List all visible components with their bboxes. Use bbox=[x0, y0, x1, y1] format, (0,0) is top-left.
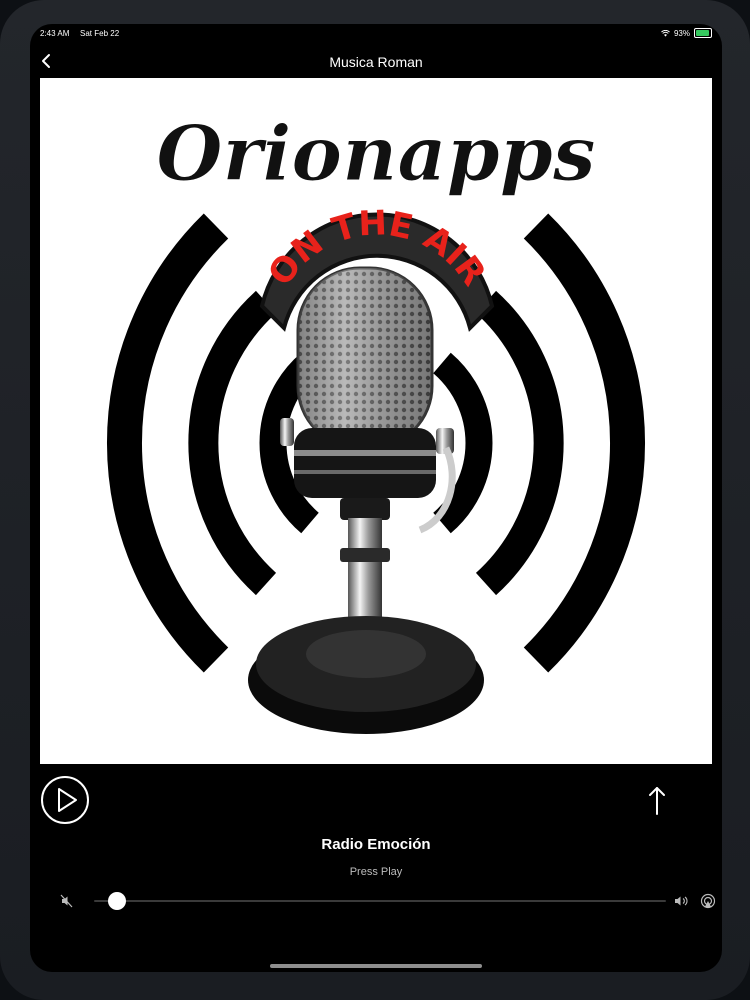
status-date: Sat Feb 22 bbox=[80, 29, 120, 38]
page-title: Musica Roman bbox=[329, 54, 423, 70]
logo-text: Orionapps bbox=[156, 109, 595, 198]
app-screen: 2:43 AM Sat Feb 22 93% Musica Roman Orio… bbox=[30, 24, 722, 972]
station-status: Press Play bbox=[349, 866, 403, 878]
artwork-image: Orionapps ON THE AIR bbox=[106, 109, 646, 734]
nav-bar: Musica Roman bbox=[30, 46, 722, 78]
home-indicator[interactable] bbox=[270, 964, 482, 968]
airplay-icon bbox=[700, 893, 716, 909]
volume-control bbox=[60, 890, 716, 912]
battery-icon bbox=[694, 28, 712, 38]
status-time: 2:43 AM bbox=[40, 29, 70, 38]
play-icon bbox=[41, 776, 89, 824]
wifi-icon bbox=[661, 29, 670, 37]
tablet-frame: 2:43 AM Sat Feb 22 93% Musica Roman Orio… bbox=[0, 0, 750, 1000]
speaker-muted-icon bbox=[60, 894, 73, 908]
share-icon bbox=[649, 787, 665, 815]
status-right: 93% bbox=[661, 28, 712, 38]
airplay-button[interactable] bbox=[700, 893, 716, 909]
speaker-wave-icon bbox=[675, 896, 688, 906]
volume-slider-track[interactable] bbox=[94, 900, 666, 902]
station-name: Radio Emoción bbox=[321, 836, 431, 853]
battery-percent: 93% bbox=[673, 28, 690, 38]
battery-level bbox=[696, 30, 710, 36]
play-button[interactable] bbox=[40, 775, 90, 825]
volume-slider-thumb[interactable] bbox=[107, 892, 126, 910]
share-button[interactable] bbox=[644, 784, 670, 818]
status-bar: 2:43 AM Sat Feb 22 93% bbox=[30, 24, 722, 46]
station-artwork: Orionapps ON THE AIR bbox=[40, 78, 712, 764]
